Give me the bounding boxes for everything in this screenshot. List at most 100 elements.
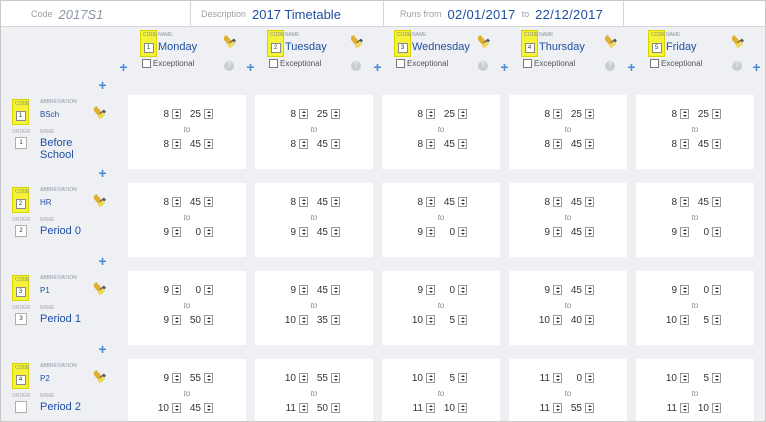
day-code-value[interactable]: 4 bbox=[524, 43, 535, 53]
end-hour-input[interactable]: 9 bbox=[663, 227, 677, 238]
spinner-icon[interactable] bbox=[712, 139, 721, 149]
spinner-icon[interactable] bbox=[299, 227, 308, 237]
day-code-value[interactable]: 5 bbox=[651, 43, 662, 53]
spinner-icon[interactable] bbox=[172, 227, 181, 237]
start-hour-input[interactable]: 10 bbox=[282, 373, 296, 384]
spinner-icon[interactable] bbox=[299, 197, 308, 207]
end-minute-input[interactable]: 45 bbox=[441, 139, 455, 150]
spinner-icon[interactable] bbox=[331, 139, 340, 149]
end-minute-input[interactable]: 0 bbox=[695, 227, 709, 238]
spinner-icon[interactable] bbox=[553, 315, 562, 325]
end-minute-input[interactable]: 0 bbox=[187, 227, 201, 238]
end-minute-input[interactable]: 45 bbox=[314, 139, 328, 150]
start-hour-input[interactable]: 8 bbox=[536, 109, 550, 120]
spinner-icon[interactable] bbox=[331, 373, 340, 383]
spinner-icon[interactable] bbox=[299, 285, 308, 295]
spinner-icon[interactable] bbox=[426, 403, 435, 413]
start-hour-input[interactable]: 8 bbox=[155, 109, 169, 120]
spinner-icon[interactable] bbox=[458, 139, 467, 149]
help-icon[interactable]: ? bbox=[732, 61, 742, 71]
end-hour-input[interactable]: 9 bbox=[155, 315, 169, 326]
spinner-icon[interactable] bbox=[204, 139, 213, 149]
exceptional-toggle[interactable]: Exceptional bbox=[396, 59, 448, 68]
spinner-icon[interactable] bbox=[680, 227, 689, 237]
spinner-icon[interactable] bbox=[172, 139, 181, 149]
end-minute-input[interactable]: 10 bbox=[441, 403, 455, 414]
period-name[interactable]: Period 0 bbox=[40, 225, 81, 237]
spinner-icon[interactable] bbox=[712, 227, 721, 237]
spinner-icon[interactable] bbox=[331, 315, 340, 325]
clear-brush-icon[interactable] bbox=[349, 34, 365, 49]
day-code-value[interactable]: 2 bbox=[270, 43, 281, 53]
end-minute-input[interactable]: 45 bbox=[187, 139, 201, 150]
help-icon[interactable]: ? bbox=[224, 61, 234, 71]
spinner-icon[interactable] bbox=[585, 285, 594, 295]
spinner-icon[interactable] bbox=[585, 197, 594, 207]
day-name[interactable]: Tuesday bbox=[285, 41, 327, 53]
start-hour-input[interactable]: 8 bbox=[663, 109, 677, 120]
spinner-icon[interactable] bbox=[585, 139, 594, 149]
end-minute-input[interactable]: 50 bbox=[314, 403, 328, 414]
period-code-value[interactable]: 2 bbox=[15, 199, 26, 209]
period-code-box[interactable]: CODE 1 bbox=[12, 99, 29, 125]
spinner-icon[interactable] bbox=[585, 403, 594, 413]
clear-brush-icon[interactable] bbox=[222, 34, 238, 49]
start-hour-input[interactable]: 9 bbox=[155, 285, 169, 296]
spinner-icon[interactable] bbox=[204, 373, 213, 383]
spinner-icon[interactable] bbox=[585, 315, 594, 325]
spinner-icon[interactable] bbox=[712, 403, 721, 413]
add-row-plus-icon[interactable]: + bbox=[97, 166, 108, 180]
start-hour-input[interactable]: 9 bbox=[155, 373, 169, 384]
end-hour-input[interactable]: 11 bbox=[536, 403, 550, 414]
start-minute-input[interactable]: 25 bbox=[568, 109, 582, 120]
spinner-icon[interactable] bbox=[458, 227, 467, 237]
period-code-value[interactable]: 1 bbox=[15, 111, 26, 121]
period-order-value[interactable]: 3 bbox=[15, 313, 27, 325]
day-name[interactable]: Thursday bbox=[539, 41, 585, 53]
exceptional-toggle[interactable]: Exceptional bbox=[142, 59, 194, 68]
spinner-icon[interactable] bbox=[299, 139, 308, 149]
end-hour-input[interactable]: 10 bbox=[282, 315, 296, 326]
day-code-value[interactable]: 1 bbox=[143, 43, 154, 53]
period-code-box[interactable]: CODE 4 bbox=[12, 363, 29, 389]
spinner-icon[interactable] bbox=[553, 285, 562, 295]
spinner-icon[interactable] bbox=[172, 403, 181, 413]
start-hour-input[interactable]: 8 bbox=[282, 109, 296, 120]
exceptional-checkbox[interactable] bbox=[142, 59, 151, 68]
period-order-value[interactable]: 1 bbox=[15, 137, 27, 149]
start-hour-input[interactable]: 10 bbox=[409, 373, 423, 384]
end-minute-input[interactable]: 10 bbox=[695, 403, 709, 414]
spinner-icon[interactable] bbox=[458, 285, 467, 295]
period-code-box[interactable]: CODE 2 bbox=[12, 187, 29, 213]
start-minute-input[interactable]: 25 bbox=[441, 109, 455, 120]
start-minute-input[interactable]: 25 bbox=[187, 109, 201, 120]
end-minute-input[interactable]: 5 bbox=[695, 315, 709, 326]
period-order-value[interactable] bbox=[15, 401, 27, 413]
spinner-icon[interactable] bbox=[585, 373, 594, 383]
end-hour-input[interactable]: 8 bbox=[409, 139, 423, 150]
start-hour-input[interactable]: 8 bbox=[536, 197, 550, 208]
spinner-icon[interactable] bbox=[172, 285, 181, 295]
runs-field[interactable]: Runs from 02/01/2017 to 22/12/2017 bbox=[384, 1, 624, 27]
spinner-icon[interactable] bbox=[331, 227, 340, 237]
help-icon[interactable]: ? bbox=[351, 61, 361, 71]
spinner-icon[interactable] bbox=[458, 403, 467, 413]
spinner-icon[interactable] bbox=[553, 373, 562, 383]
start-minute-input[interactable]: 25 bbox=[695, 109, 709, 120]
end-hour-input[interactable]: 10 bbox=[663, 315, 677, 326]
spinner-icon[interactable] bbox=[712, 315, 721, 325]
spinner-icon[interactable] bbox=[299, 403, 308, 413]
start-minute-input[interactable]: 25 bbox=[314, 109, 328, 120]
end-hour-input[interactable]: 9 bbox=[155, 227, 169, 238]
start-minute-input[interactable]: 45 bbox=[314, 197, 328, 208]
spinner-icon[interactable] bbox=[712, 373, 721, 383]
period-code-value[interactable]: 3 bbox=[15, 287, 26, 297]
code-value[interactable]: 2017S1 bbox=[59, 7, 104, 22]
start-hour-input[interactable]: 11 bbox=[536, 373, 550, 384]
spinner-icon[interactable] bbox=[585, 109, 594, 119]
day-code-box[interactable]: CODE 3 bbox=[394, 30, 411, 57]
spinner-icon[interactable] bbox=[426, 197, 435, 207]
spinner-icon[interactable] bbox=[680, 315, 689, 325]
end-hour-input[interactable]: 11 bbox=[282, 403, 296, 414]
spinner-icon[interactable] bbox=[299, 109, 308, 119]
